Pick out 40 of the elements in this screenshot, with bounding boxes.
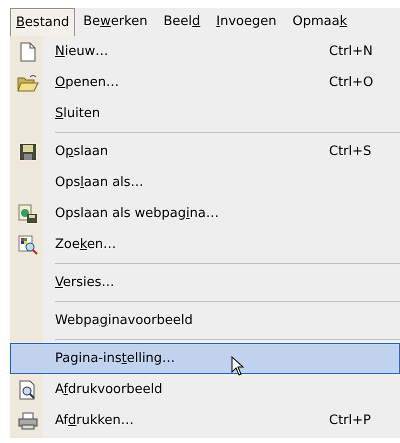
search-icon — [18, 234, 38, 254]
menu-item-label: Openen… — [55, 74, 119, 90]
shortcut-text: Ctrl+P — [329, 412, 372, 430]
document-icon — [20, 42, 36, 62]
menu-item-label: Nieuw… — [55, 44, 108, 59]
menu-item[interactable]: Openen… Ctrl+O — [10, 67, 400, 98]
shortcut-text: Ctrl+O — [329, 74, 374, 92]
menu-item[interactable]: Versies… — [10, 267, 400, 298]
menu-item-label: Afdrukken… — [55, 412, 134, 428]
menu-item[interactable]: Afdrukvoorbeeld — [10, 374, 400, 405]
menu-item-label: Opslaan — [55, 144, 108, 159]
menu-item-label: Sluiten — [55, 106, 100, 121]
menu-item-label: Opslaan als… — [55, 174, 144, 190]
mouse-pointer-icon — [231, 356, 245, 376]
menu-item-label: Versies… — [55, 274, 114, 290]
shortcut-text: Ctrl+N — [329, 42, 374, 61]
print-preview-icon — [18, 380, 36, 400]
menu-item[interactable]: Sluiten — [10, 98, 400, 129]
menu-item[interactable]: Zoeken… — [10, 229, 400, 260]
menu-item-label: Opslaan als webpagina… — [55, 206, 219, 221]
menu-bar-item[interactable]: Bestand — [10, 8, 76, 36]
menu-item[interactable]: Pagina-instelling… — [10, 343, 400, 374]
printer-icon — [18, 412, 38, 430]
web-page-save-icon — [18, 204, 38, 224]
folder-icon — [16, 74, 38, 92]
menu-item[interactable]: Webpaginavoorbeeld — [10, 305, 400, 336]
menu-item[interactable]: Opslaan Ctrl+S — [10, 136, 400, 167]
menu-item-label: Webpaginavoorbeeld — [55, 312, 193, 328]
menu-item-label: Zoeken… — [55, 236, 116, 252]
menu-item[interactable]: Nieuw… Ctrl+N — [10, 36, 400, 67]
menu-bar-item[interactable]: Beeld — [155, 8, 208, 36]
menu-item-label: Pagina-instelling… — [55, 350, 176, 366]
menu-item[interactable]: Opslaan als webpagina… — [10, 198, 400, 229]
shortcut-text: Ctrl+S — [329, 142, 372, 161]
menu-bar-item[interactable]: Opmaak — [284, 8, 356, 36]
menu-item[interactable]: Afdrukken… Ctrl+P — [10, 405, 400, 436]
menu-item-label: Afdrukvoorbeeld — [55, 382, 162, 397]
menu-bar-item[interactable]: Invoegen — [208, 8, 284, 36]
menu-item[interactable]: Opslaan als… — [10, 167, 400, 198]
menu-bar-item[interactable]: Bewerken — [75, 8, 156, 36]
